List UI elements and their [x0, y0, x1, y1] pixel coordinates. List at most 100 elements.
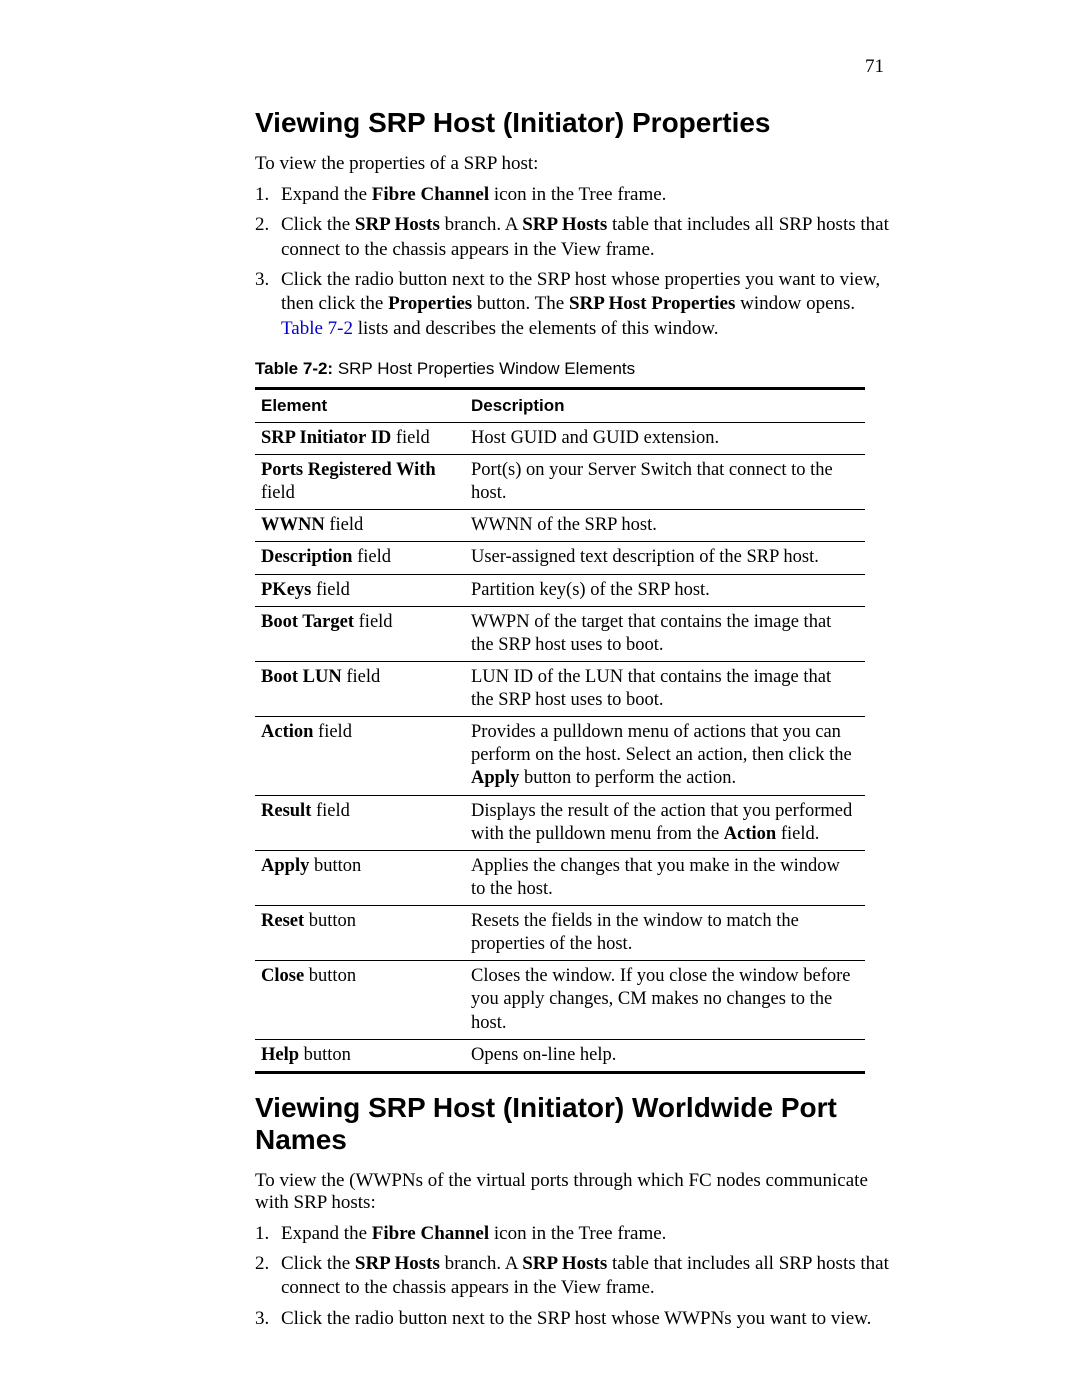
- text: field.: [776, 824, 819, 844]
- step-item: Click the SRP Hosts branch. A SRP Hosts …: [255, 1252, 890, 1301]
- text: window opens.: [735, 293, 855, 314]
- step-item: Expand the Fibre Channel icon in the Tre…: [255, 1222, 890, 1246]
- text: field: [342, 667, 381, 687]
- text: field: [325, 515, 364, 535]
- text: button to perform the action.: [519, 768, 736, 788]
- description-cell: Partition key(s) of the SRP host.: [465, 574, 865, 606]
- text: Click the radio button next to the SRP h…: [281, 1308, 871, 1329]
- page-number: 71: [865, 56, 884, 78]
- bold-text: PKeys: [261, 580, 311, 600]
- element-cell: Ports Registered With field: [255, 455, 465, 510]
- element-cell: Close button: [255, 961, 465, 1039]
- bold-text: Result: [261, 801, 311, 821]
- element-cell: Description field: [255, 542, 465, 574]
- text: button: [309, 856, 361, 876]
- description-cell: WWPN of the target that contains the ima…: [465, 606, 865, 661]
- bold-text: Close: [261, 966, 304, 986]
- element-cell: Action field: [255, 717, 465, 795]
- text: field: [311, 580, 350, 600]
- element-cell: Reset button: [255, 906, 465, 961]
- element-cell: PKeys field: [255, 574, 465, 606]
- text: branch. A: [440, 214, 522, 235]
- table-row: SRP Initiator ID fieldHost GUID and GUID…: [255, 422, 865, 454]
- description-cell: LUN ID of the LUN that contains the imag…: [465, 661, 865, 716]
- properties-table: Element Description SRP Initiator ID fie…: [255, 387, 865, 1074]
- bold-text: Description: [261, 547, 352, 567]
- table-row: Help buttonOpens on-line help.: [255, 1039, 865, 1072]
- text: button: [304, 911, 356, 931]
- text: button: [299, 1045, 351, 1065]
- table-row: Action fieldProvides a pulldown menu of …: [255, 717, 865, 795]
- description-cell: Opens on-line help.: [465, 1039, 865, 1072]
- section2-intro: To view the (WWPNs of the virtual ports …: [255, 1170, 890, 1214]
- text: Provides a pulldown menu of actions that…: [471, 722, 852, 765]
- text: branch. A: [440, 1253, 522, 1274]
- bold-text: Reset: [261, 911, 304, 931]
- text: button. The: [472, 293, 569, 314]
- bold-text: Boot Target: [261, 612, 354, 632]
- section-heading-2: Viewing SRP Host (Initiator) Worldwide P…: [255, 1092, 890, 1156]
- description-cell: Port(s) on your Server Switch that conne…: [465, 455, 865, 510]
- bold-text: SRP Hosts: [355, 1253, 440, 1274]
- bold-text: Apply: [261, 856, 309, 876]
- text: Expand the: [281, 184, 372, 205]
- bold-text: Fibre Channel: [372, 1223, 489, 1244]
- element-cell: Boot LUN field: [255, 661, 465, 716]
- table-row: Reset buttonResets the fields in the win…: [255, 906, 865, 961]
- step-item: Click the SRP Hosts branch. A SRP Hosts …: [255, 213, 890, 262]
- text: field: [354, 612, 393, 632]
- text: field: [391, 428, 430, 448]
- text: lists and describes the elements of this…: [353, 318, 719, 339]
- table-header-description: Description: [465, 388, 865, 422]
- bold-text: SRP Hosts: [522, 1253, 607, 1274]
- bold-text: Properties: [388, 293, 472, 314]
- section2-steps: Expand the Fibre Channel icon in the Tre…: [255, 1222, 890, 1331]
- table-row: WWNN fieldWWNN of the SRP host.: [255, 510, 865, 542]
- table-row: Description fieldUser-assigned text desc…: [255, 542, 865, 574]
- text: field: [261, 483, 295, 503]
- bold-text: SRP Hosts: [355, 214, 440, 235]
- description-cell: Host GUID and GUID extension.: [465, 422, 865, 454]
- section1-steps: Expand the Fibre Channel icon in the Tre…: [255, 183, 890, 341]
- step-item: Click the radio button next to the SRP h…: [255, 268, 890, 341]
- table-caption: Table 7-2: SRP Host Properties Window El…: [255, 359, 890, 379]
- element-cell: Result field: [255, 795, 465, 850]
- caption-text: SRP Host Properties Window Elements: [333, 359, 635, 378]
- element-cell: Apply button: [255, 850, 465, 905]
- table-row: Ports Registered With fieldPort(s) on yo…: [255, 455, 865, 510]
- bold-text: Apply: [471, 768, 519, 788]
- text: button: [304, 966, 356, 986]
- table-header-element: Element: [255, 388, 465, 422]
- description-cell: Closes the window. If you close the wind…: [465, 961, 865, 1039]
- table-row: PKeys fieldPartition key(s) of the SRP h…: [255, 574, 865, 606]
- step-item: Click the radio button next to the SRP h…: [255, 1307, 890, 1331]
- bold-text: Action: [261, 722, 313, 742]
- description-cell: Provides a pulldown menu of actions that…: [465, 717, 865, 795]
- text: field: [352, 547, 391, 567]
- element-cell: SRP Initiator ID field: [255, 422, 465, 454]
- text: Click the: [281, 1253, 355, 1274]
- description-cell: Applies the changes that you make in the…: [465, 850, 865, 905]
- text: Expand the: [281, 1223, 372, 1244]
- text: Click the: [281, 214, 355, 235]
- bold-text: SRP Host Properties: [569, 293, 735, 314]
- caption-label: Table 7-2:: [255, 359, 333, 378]
- bold-text: SRP Hosts: [522, 214, 607, 235]
- element-cell: Help button: [255, 1039, 465, 1072]
- text: field: [311, 801, 350, 821]
- bold-text: SRP Initiator ID: [261, 428, 391, 448]
- description-cell: User-assigned text description of the SR…: [465, 542, 865, 574]
- element-cell: WWNN field: [255, 510, 465, 542]
- table-row: Apply buttonApplies the changes that you…: [255, 850, 865, 905]
- table-row: Close buttonCloses the window. If you cl…: [255, 961, 865, 1039]
- element-cell: Boot Target field: [255, 606, 465, 661]
- table-row: Result fieldDisplays the result of the a…: [255, 795, 865, 850]
- description-cell: WWNN of the SRP host.: [465, 510, 865, 542]
- bold-text: Help: [261, 1045, 299, 1065]
- description-cell: Displays the result of the action that y…: [465, 795, 865, 850]
- link-text[interactable]: Table 7-2: [281, 318, 353, 339]
- text: icon in the Tree frame.: [489, 184, 666, 205]
- bold-text: Fibre Channel: [372, 184, 489, 205]
- page-content: Viewing SRP Host (Initiator) Properties …: [255, 107, 890, 1349]
- bold-text: Boot LUN: [261, 667, 342, 687]
